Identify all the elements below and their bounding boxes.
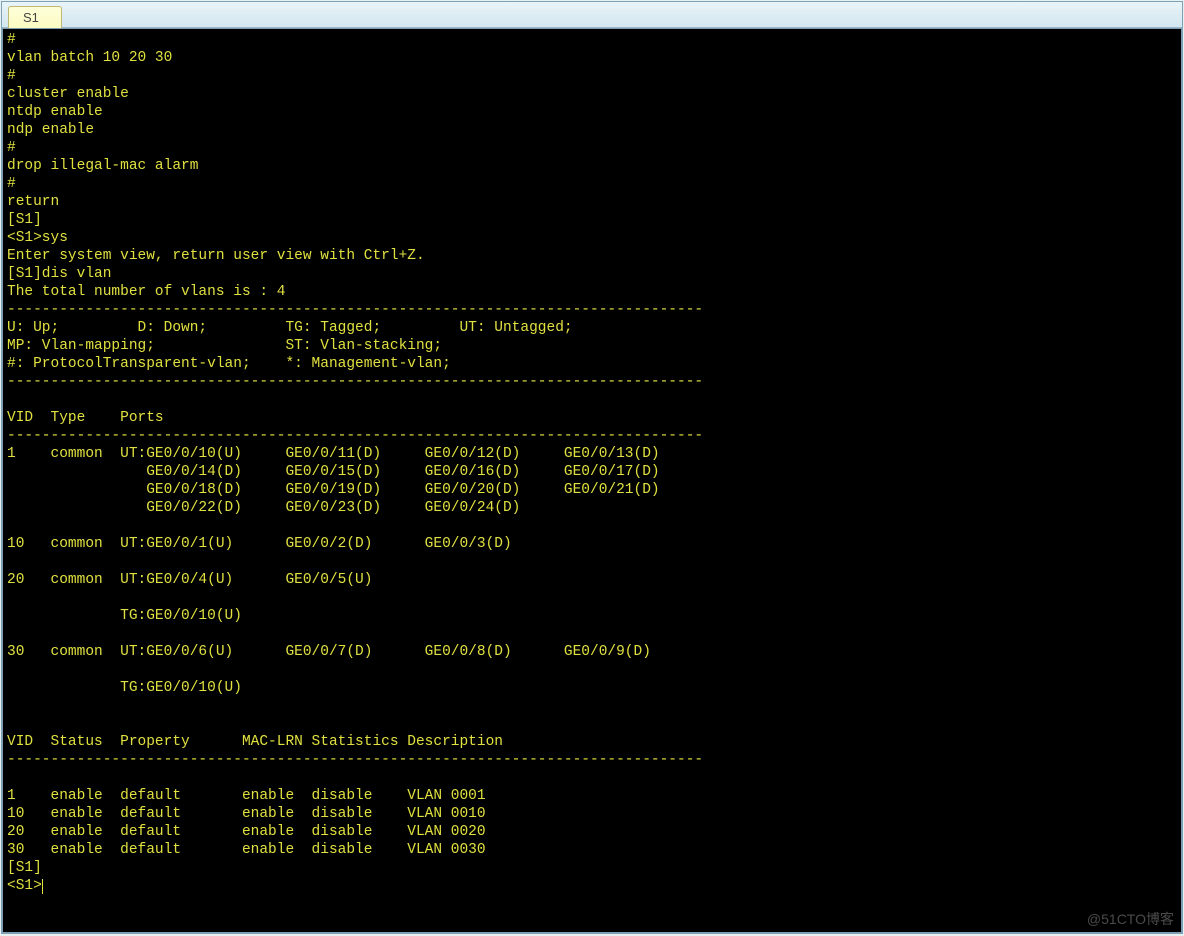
cursor bbox=[42, 879, 43, 894]
terminal-window: S1 # vlan batch 10 20 30 # cluster enabl… bbox=[1, 1, 1183, 934]
terminal-output[interactable]: # vlan batch 10 20 30 # cluster enable n… bbox=[2, 28, 1182, 933]
prompt: <S1> bbox=[7, 878, 42, 894]
tab-s1[interactable]: S1 bbox=[8, 6, 62, 28]
terminal-lines: # vlan batch 10 20 30 # cluster enable n… bbox=[7, 32, 703, 876]
tab-bar: S1 bbox=[2, 2, 1182, 28]
